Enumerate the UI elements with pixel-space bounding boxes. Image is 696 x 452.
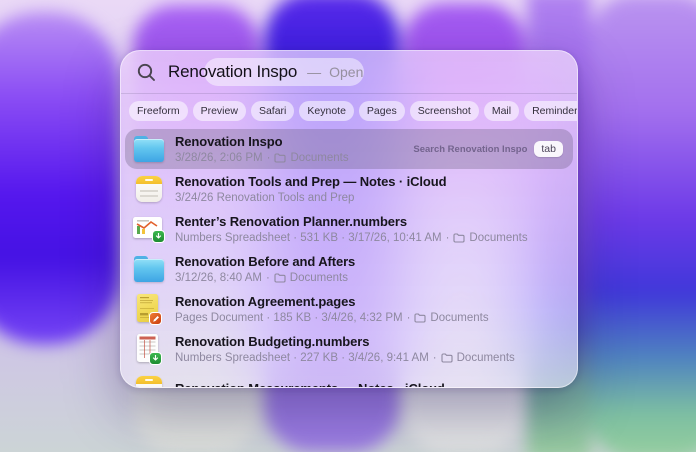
result-title: Renovation Inspo [175,134,349,150]
documents-folder-icon [453,233,465,243]
spotlight-search-bar[interactable]: Renovation Inspo — Open [121,51,577,93]
notes-icon [133,376,165,388]
autocomplete-action-hint: — Open [307,64,363,80]
spotlight-panel: Renovation Inspo — Open Freeform Preview… [120,50,578,388]
filter-chip-preview[interactable]: Preview [193,101,246,121]
result-title: Renter’s Renovation Planner.numbers [175,214,528,230]
result-accessory: Search Renovation Inspo tab [413,141,563,157]
wallpaper-shape [0,12,120,344]
result-subtitle: 3/28/26, 2:06 PM· Documents [175,151,349,165]
tab-key-badge: tab [534,141,563,157]
documents-folder-icon [441,353,453,363]
folder-icon [133,136,165,162]
result-title: Renovation Before and Afters [175,254,355,270]
folder-icon [133,256,165,282]
result-subtitle: Numbers Spreadsheet · 227 KB · 3/4/26, 9… [175,351,515,365]
numbers-icon [133,216,165,242]
hint-separator: — [307,64,321,80]
result-title: Renovation Measurements — Notes · iCloud [175,381,445,389]
documents-folder-icon [274,153,286,163]
hint-action-label: Open [329,64,363,80]
result-row[interactable]: Renovation Measurements — Notes · iCloud [125,369,573,388]
result-subtitle: 3/24/26 Renovation Tools and Prep [175,191,446,205]
result-title: Renovation Agreement.pages [175,294,489,310]
filter-chip-mail[interactable]: Mail [484,101,519,121]
filter-chip-pages[interactable]: Pages [359,101,405,121]
filter-chip-freeform[interactable]: Freeform [129,101,188,121]
result-subtitle: Numbers Spreadsheet · 531 KB · 3/17/26, … [175,231,528,245]
documents-folder-icon [274,273,286,283]
numbers-icon [133,334,165,364]
download-badge-icon [149,352,162,365]
pen-badge-icon [149,312,162,325]
filter-chip-reminders[interactable]: Reminders [524,101,578,121]
result-row[interactable]: Renovation Agreement.pages Pages Documen… [125,289,573,329]
search-icon [137,63,156,82]
search-query-text: Renovation Inspo [168,62,297,82]
download-badge-icon [152,230,165,243]
result-title: Renovation Budgeting.numbers [175,334,515,350]
result-title: Renovation Tools and Prep — Notes · iClo… [175,174,446,190]
results-list: Renovation Inspo 3/28/26, 2:06 PM· Docum… [121,128,577,388]
filter-chip-safari[interactable]: Safari [251,101,294,121]
result-subtitle: Pages Document · 185 KB · 3/4/26, 4:32 P… [175,311,489,325]
result-row[interactable]: Renovation Tools and Prep — Notes · iClo… [125,169,573,209]
result-subtitle: 3/12/26, 8:40 AM· Documents [175,271,355,285]
filter-chip-screenshot[interactable]: Screenshot [410,101,479,121]
result-row[interactable]: Renovation Budgeting.numbers Numbers Spr… [125,329,573,369]
notes-icon [133,176,165,202]
pages-icon [133,294,165,324]
search-input[interactable]: Renovation Inspo — Open [168,51,561,93]
result-row[interactable]: Renovation Before and Afters 3/12/26, 8:… [125,249,573,289]
result-row[interactable]: Renovation Inspo 3/28/26, 2:06 PM· Docum… [125,129,573,169]
result-row[interactable]: Renter’s Renovation Planner.numbers Numb… [125,209,573,249]
accessory-label: Search Renovation Inspo [413,144,527,155]
filter-chip-bar: Freeform Preview Safari Keynote Pages Sc… [121,94,577,128]
filter-chip-keynote[interactable]: Keynote [299,101,354,121]
wallpaper-shape [590,0,696,452]
documents-folder-icon [414,313,426,323]
